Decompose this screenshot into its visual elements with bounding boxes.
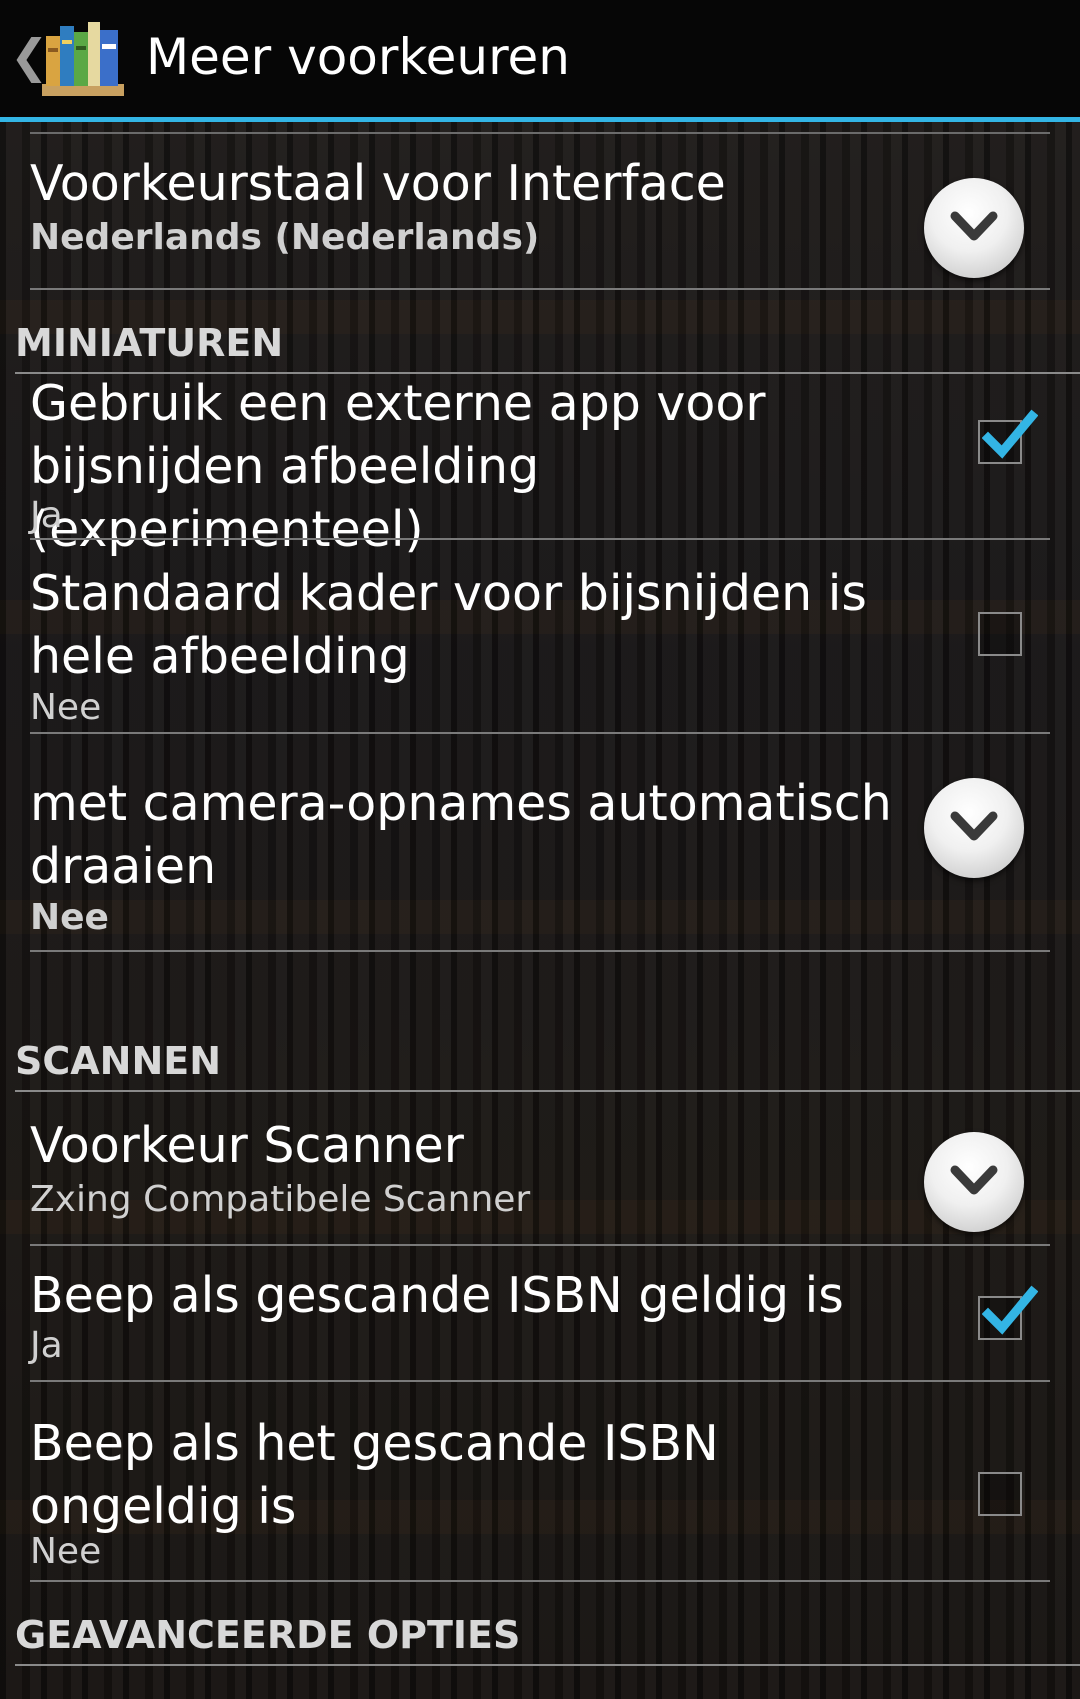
section-header-geavanceerde-opties: GEAVANCEERDE OPTIES	[15, 1612, 1080, 1666]
item-divider	[30, 950, 1050, 952]
action-bar-accent	[0, 117, 1080, 122]
pref-title: met camera-opnames automatisch draaien	[30, 775, 892, 895]
pref-beep-valid-isbn[interactable]: Beep als gescande ISBN geldig is Ja	[30, 1264, 1050, 1404]
pref-title: Voorkeur Scanner	[30, 1117, 464, 1174]
pref-beep-invalid-isbn[interactable]: Beep als het gescande ISBN ongeldig is N…	[30, 1412, 1050, 1584]
item-divider	[30, 1580, 1050, 1582]
top-divider	[30, 132, 1050, 134]
checkbox-checked[interactable]	[978, 409, 1038, 464]
checkbox-unchecked[interactable]	[978, 612, 1022, 656]
dropdown-button[interactable]	[924, 778, 1024, 878]
pref-external-crop-app[interactable]: Gebruik een externe app voor bijsnijden …	[30, 372, 1050, 558]
section-divider	[15, 1090, 1080, 1092]
dropdown-button[interactable]	[924, 1132, 1024, 1232]
dropdown-button[interactable]	[924, 178, 1024, 278]
pref-summary: Ja	[30, 1325, 63, 1366]
action-bar: ❮ Meer voorkeuren	[0, 0, 1080, 122]
pref-summary: Zxing Compatibele Scanner	[30, 1179, 531, 1220]
pref-default-crop-frame[interactable]: Standaard kader voor bijsnijden is hele …	[30, 562, 1050, 734]
checkbox-checked[interactable]	[978, 1285, 1038, 1340]
pref-title: Beep als het gescande ISBN ongeldig is	[30, 1415, 719, 1535]
pref-title: Beep als gescande ISBN geldig is	[30, 1267, 844, 1324]
section-label: GEAVANCEERDE OPTIES	[15, 1613, 521, 1657]
checkbox-unchecked[interactable]	[978, 1472, 1022, 1516]
chevron-down-icon	[950, 811, 998, 841]
pref-summary: Nee	[30, 897, 109, 938]
section-divider	[15, 1664, 1080, 1666]
pref-summary: Nee	[30, 1531, 102, 1572]
pref-summary: Nee	[30, 687, 102, 728]
pref-camera-rotate[interactable]: met camera-opnames automatisch draaien N…	[30, 772, 1050, 952]
app-books-icon[interactable]	[40, 14, 126, 100]
item-divider	[30, 538, 1050, 540]
pref-title: Voorkeurstaal voor Interface	[30, 155, 726, 212]
preferences-list: Voorkeurstaal voor Interface Nederlands …	[0, 122, 1080, 1699]
section-header-scannen: SCANNEN	[15, 1038, 1080, 1092]
item-divider	[30, 1380, 1050, 1382]
screen-title: Meer voorkeuren	[146, 28, 570, 86]
pref-scanner[interactable]: Voorkeur Scanner Zxing Compatibele Scann…	[30, 1114, 1050, 1246]
section-label: SCANNEN	[15, 1039, 222, 1083]
checkmark-icon	[982, 409, 1038, 459]
section-label: MINIATUREN	[15, 321, 284, 365]
pref-title: Standaard kader voor bijsnijden is hele …	[30, 565, 867, 685]
chevron-down-icon	[950, 211, 998, 241]
chevron-down-icon	[950, 1165, 998, 1195]
section-header-miniaturen: MINIATUREN	[15, 320, 1080, 374]
pref-summary: Nederlands (Nederlands)	[30, 217, 540, 258]
pref-interface-language[interactable]: Voorkeurstaal voor Interface Nederlands …	[30, 148, 1050, 290]
item-divider	[30, 1244, 1050, 1246]
item-divider	[30, 288, 1050, 290]
checkmark-icon	[982, 1285, 1038, 1335]
pref-summary: Ja	[30, 495, 63, 536]
item-divider	[30, 732, 1050, 734]
pref-title: Gebruik een externe app voor bijsnijden …	[30, 375, 766, 558]
